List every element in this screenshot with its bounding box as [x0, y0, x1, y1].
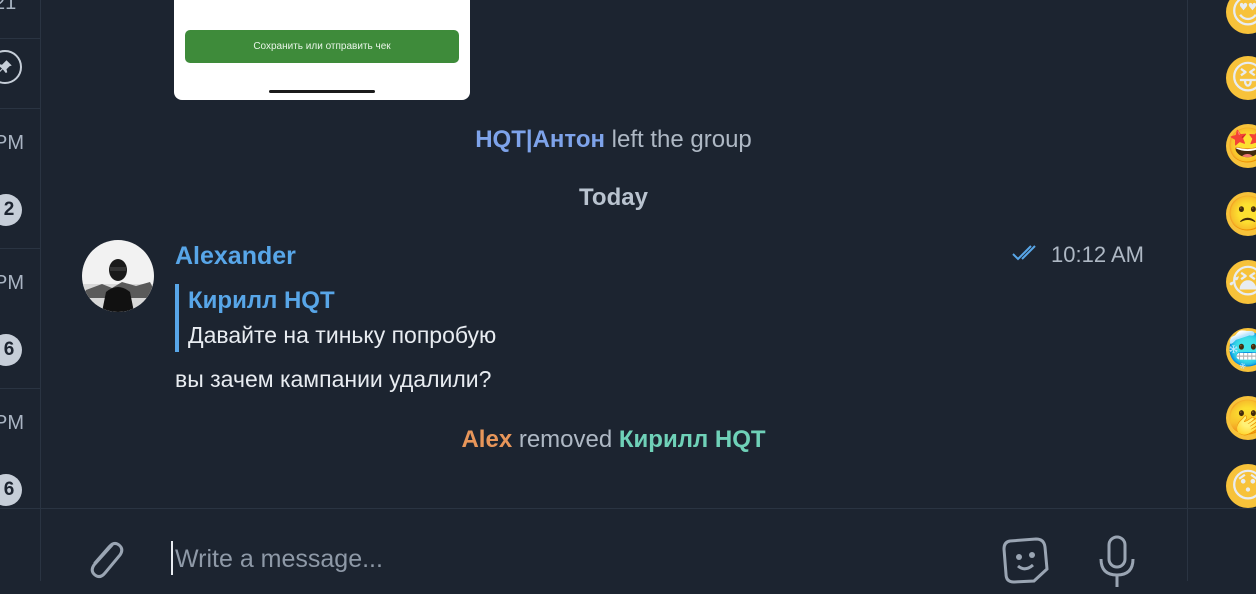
composer	[0, 508, 1256, 587]
unread-badge: 2	[0, 194, 22, 226]
service-user-name[interactable]: HQT|Антон	[475, 126, 605, 153]
avatar[interactable]	[82, 240, 154, 312]
message-text: вы зачем кампании удалили?	[175, 366, 492, 392]
home-indicator	[269, 90, 375, 93]
emoji-hand-over-mouth[interactable]: 🫢	[1226, 396, 1256, 440]
divider	[0, 388, 40, 389]
divider	[0, 248, 40, 249]
microphone-icon[interactable]	[1092, 533, 1142, 589]
emoji-star-struck[interactable]: 🤩	[1226, 124, 1256, 168]
text-caret	[171, 541, 173, 575]
message-input[interactable]	[175, 539, 955, 579]
chat-list-strip: 21 PM 2 PM 6 PM 6	[0, 0, 41, 580]
message-time: 10:12 AM	[1051, 242, 1144, 267]
emoji-heart-eyes[interactable]: 😍	[1226, 0, 1256, 34]
emoji-crying[interactable]: 😭	[1226, 260, 1256, 304]
emoji-cold-face[interactable]: 🥶	[1226, 328, 1256, 372]
service-actor-name[interactable]: Alex	[461, 426, 512, 453]
emoji-tongue[interactable]: 😝	[1226, 56, 1256, 100]
composer-right-edge	[1187, 509, 1256, 581]
photo-attachment[interactable]: Сохранить или отправить чек	[174, 0, 470, 100]
service-target-name[interactable]: Кирилл HQT	[619, 426, 766, 453]
date-separator: Today	[579, 184, 648, 211]
divider	[0, 108, 40, 109]
emoji-panel: 😍 😝 🤩 🙁 😭 🥶 🫢 😯	[1187, 0, 1256, 508]
chat-history: Сохранить или отправить чек HQT|Антон le…	[41, 0, 1186, 508]
chat-list-time: PM	[0, 272, 24, 294]
emoji-frown[interactable]: 🙁	[1226, 192, 1256, 236]
service-message-removed: Alex removed Кирилл HQT	[41, 426, 1186, 454]
sticker-icon[interactable]	[998, 533, 1054, 589]
service-action: left the group	[611, 126, 752, 153]
chat-list-time: PM	[0, 412, 24, 434]
attach-icon[interactable]	[78, 533, 128, 583]
composer-left-edge	[0, 509, 41, 581]
reply-quote[interactable]: Кирилл HQT Давайте на тиньку попробую	[175, 284, 496, 352]
reply-text: Давайте на тиньку попробую	[188, 322, 497, 348]
chat-list-time: PM	[0, 132, 24, 154]
chat-list-time: 21	[0, 0, 17, 14]
pin-icon[interactable]	[0, 50, 22, 84]
unread-badge: 6	[0, 334, 22, 366]
double-check-icon	[1011, 242, 1041, 268]
service-action: removed	[518, 426, 613, 453]
unread-badge: 6	[0, 474, 22, 506]
message-sender[interactable]: Alexander	[175, 242, 296, 271]
reply-author: Кирилл HQT	[188, 287, 335, 314]
save-or-send-receipt-button: Сохранить или отправить чек	[185, 30, 459, 63]
service-message-left: HQT|Антон left the group	[41, 126, 1186, 154]
message-meta: 10:12 AM	[1011, 242, 1144, 268]
emoji-hushed[interactable]: 😯	[1226, 464, 1256, 508]
divider	[0, 38, 40, 39]
